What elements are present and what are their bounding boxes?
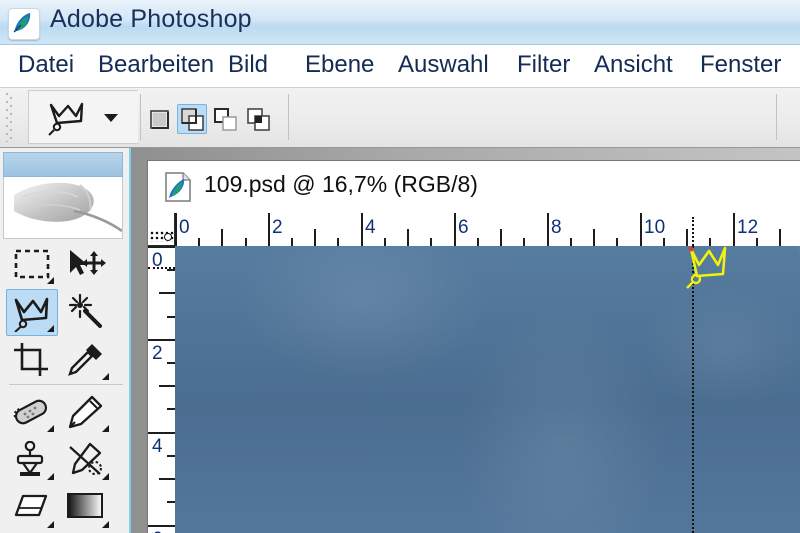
tool-flyout-triangle-icon bbox=[47, 473, 54, 480]
menu-item-ansicht[interactable]: Ansicht bbox=[594, 51, 673, 79]
pencil-tool[interactable] bbox=[61, 389, 113, 436]
tool-flyout-triangle-icon bbox=[102, 521, 109, 528]
tool-options-bar: Weiche Kante: 5 Px ✓ Glätten bbox=[0, 88, 800, 224]
tool-grid bbox=[3, 241, 123, 531]
vertical-ruler[interactable]: 0 2 4 6 bbox=[148, 246, 176, 533]
magic-wand-tool[interactable] bbox=[61, 289, 113, 336]
eraser-tool[interactable] bbox=[6, 485, 58, 532]
menu-item-fenster[interactable]: Fenster bbox=[700, 51, 781, 79]
tool-flyout-triangle-icon bbox=[102, 373, 109, 380]
image-canvas[interactable] bbox=[175, 246, 800, 533]
ruler-v-label-4: 4 bbox=[152, 436, 163, 457]
lasso-selection-path bbox=[686, 246, 727, 289]
gradient-tool[interactable] bbox=[61, 485, 113, 532]
application-titlebar: Adobe Photoshop bbox=[0, 0, 800, 45]
ruler-origin-corner[interactable] bbox=[148, 213, 175, 246]
menu-item-auswahl[interactable]: Auswahl bbox=[398, 51, 489, 79]
eyedropper-tool[interactable] bbox=[61, 337, 113, 384]
menu-item-datei[interactable]: Datei bbox=[18, 51, 74, 79]
tool-flyout-triangle-icon bbox=[47, 521, 54, 528]
crop-tool[interactable] bbox=[6, 337, 58, 384]
photoshop-feather-icon bbox=[8, 8, 40, 40]
selection-mode-new[interactable] bbox=[144, 104, 174, 134]
move-tool[interactable] bbox=[61, 241, 113, 288]
menu-item-ebene[interactable]: Ebene bbox=[305, 51, 374, 79]
menu-item-bearbeiten[interactable]: Bearbeiten bbox=[98, 51, 214, 79]
ruler-h-label-6: 6 bbox=[458, 217, 469, 238]
document-window: 109.psd @ 16,7% (RGB/8) 0 2 4 6 8 10 12 bbox=[147, 160, 800, 533]
lasso-tool[interactable] bbox=[6, 289, 58, 336]
horizontal-guide-ruler-marker bbox=[148, 267, 175, 269]
tool-flyout-triangle-icon bbox=[47, 425, 54, 432]
rectangular-marquee-tool[interactable] bbox=[6, 241, 58, 288]
toolbox-feather-banner bbox=[3, 177, 123, 239]
document-titlebar[interactable]: 109.psd @ 16,7% (RGB/8) bbox=[148, 161, 800, 214]
tool-flyout-triangle-icon bbox=[47, 325, 54, 332]
ruler-h-label-4: 4 bbox=[365, 217, 376, 238]
chevron-down-icon[interactable] bbox=[103, 113, 119, 123]
application-title: Adobe Photoshop bbox=[50, 5, 252, 33]
photoshop-window: Adobe Photoshop Datei Bearbeiten Bild Eb… bbox=[0, 0, 800, 533]
options-bar-drag-handle[interactable] bbox=[5, 92, 14, 142]
ruler-h-label-0: 0 bbox=[179, 217, 190, 238]
toolbox-panel bbox=[0, 148, 131, 533]
selection-mode-subtract[interactable] bbox=[210, 104, 240, 134]
ruler-h-label-8: 8 bbox=[551, 217, 562, 238]
healing-brush-tool[interactable] bbox=[6, 389, 58, 436]
menubar: Datei Bearbeiten Bild Ebene Auswahl Filt… bbox=[0, 45, 800, 88]
clone-stamp-tool[interactable] bbox=[6, 437, 58, 484]
psd-document-icon bbox=[162, 171, 194, 203]
selection-mode-intersect[interactable] bbox=[243, 104, 273, 134]
ruler-h-label-12: 12 bbox=[737, 217, 759, 238]
menu-item-bild[interactable]: Bild bbox=[228, 51, 268, 79]
ruler-v-label-2: 2 bbox=[152, 343, 163, 364]
history-brush-tool[interactable] bbox=[61, 437, 113, 484]
tool-flyout-triangle-icon bbox=[47, 277, 54, 284]
tool-preset-picker[interactable] bbox=[28, 90, 138, 144]
menu-item-filter[interactable]: Filter bbox=[517, 51, 570, 79]
tool-flyout-triangle-icon bbox=[102, 473, 109, 480]
ruler-h-label-10: 10 bbox=[644, 217, 666, 238]
ruler-h-label-2: 2 bbox=[272, 217, 283, 238]
tool-flyout-triangle-icon bbox=[102, 425, 109, 432]
document-title: 109.psd @ 16,7% (RGB/8) bbox=[204, 171, 478, 197]
toolbox-titlebar[interactable] bbox=[3, 152, 123, 177]
ruler-origin-marker-icon bbox=[164, 233, 172, 241]
vertical-guide-ruler-marker bbox=[692, 217, 694, 246]
horizontal-ruler[interactable]: 0 2 4 6 8 10 12 bbox=[175, 213, 800, 247]
selection-mode-add[interactable] bbox=[177, 104, 207, 134]
